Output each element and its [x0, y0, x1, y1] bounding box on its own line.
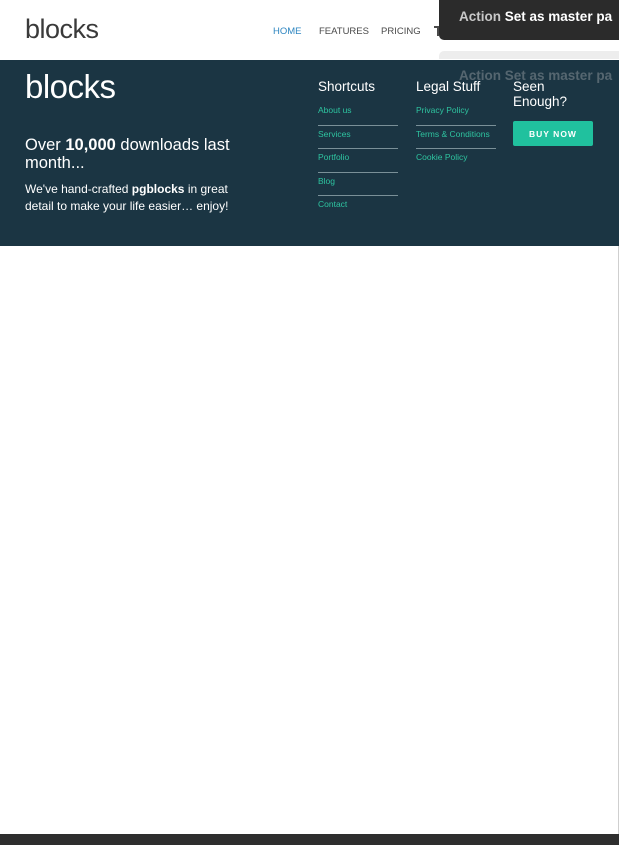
link-services[interactable]: Services	[318, 129, 351, 139]
link-portfolio[interactable]: Portfolio	[318, 152, 349, 162]
buy-now-button[interactable]: BUY NOW	[513, 121, 593, 146]
downloads-headline: Over 10,000 downloads last month...	[25, 136, 255, 172]
desc-brand: pgblocks	[131, 182, 185, 196]
link-contact[interactable]: Contact	[318, 199, 347, 209]
list-item: Privacy Policy	[416, 102, 496, 126]
link-cookie-policy[interactable]: Cookie Policy	[416, 152, 468, 162]
shortcuts-list: About us Services Portfolio Blog Contact	[318, 102, 398, 219]
link-about-us[interactable]: About us	[318, 105, 352, 115]
list-item: About us	[318, 102, 398, 126]
toast-text: Action Set as master pa	[459, 9, 612, 24]
toast-ghost-text: Action Set as master pa	[459, 68, 612, 83]
list-item: Cookie Policy	[416, 149, 496, 172]
nav-home[interactable]: HOME	[273, 26, 302, 37]
nav-pricing[interactable]: PRICING	[381, 26, 421, 37]
link-terms-conditions[interactable]: Terms & Conditions	[416, 129, 490, 139]
desc-text: We've hand-crafted	[25, 182, 132, 196]
footer-logo: blocks	[25, 68, 116, 105]
bottom-bar	[0, 834, 619, 845]
link-privacy-policy[interactable]: Privacy Policy	[416, 105, 469, 115]
toast-ghost-action: Action	[459, 68, 501, 83]
toast-ghost-message: Set as master pa	[504, 68, 613, 83]
shortcuts-title: Shortcuts	[318, 79, 376, 94]
link-blog[interactable]: Blog	[318, 176, 335, 186]
toast-action-label: Action	[459, 9, 501, 24]
list-item: Contact	[318, 196, 398, 219]
list-item: Portfolio	[318, 149, 398, 173]
legal-list: Privacy Policy Terms & Conditions Cookie…	[416, 102, 496, 172]
list-item: Terms & Conditions	[416, 126, 496, 149]
footer-description: We've hand-crafted pgblocks in great det…	[25, 181, 245, 215]
toast-message: Set as master pa	[504, 9, 613, 24]
headline-count: 10,000	[65, 136, 116, 154]
action-toast-ghost: Action Set as master pa	[439, 51, 619, 91]
site-logo[interactable]: blocks	[25, 14, 99, 45]
headline-text: Over	[25, 136, 66, 154]
list-item: Blog	[318, 173, 398, 196]
action-toast[interactable]: Action Set as master pa	[439, 0, 619, 40]
list-item: Services	[318, 126, 398, 149]
toast-ghost-bar	[439, 51, 619, 59]
nav-features[interactable]: FEATURES	[319, 26, 369, 37]
